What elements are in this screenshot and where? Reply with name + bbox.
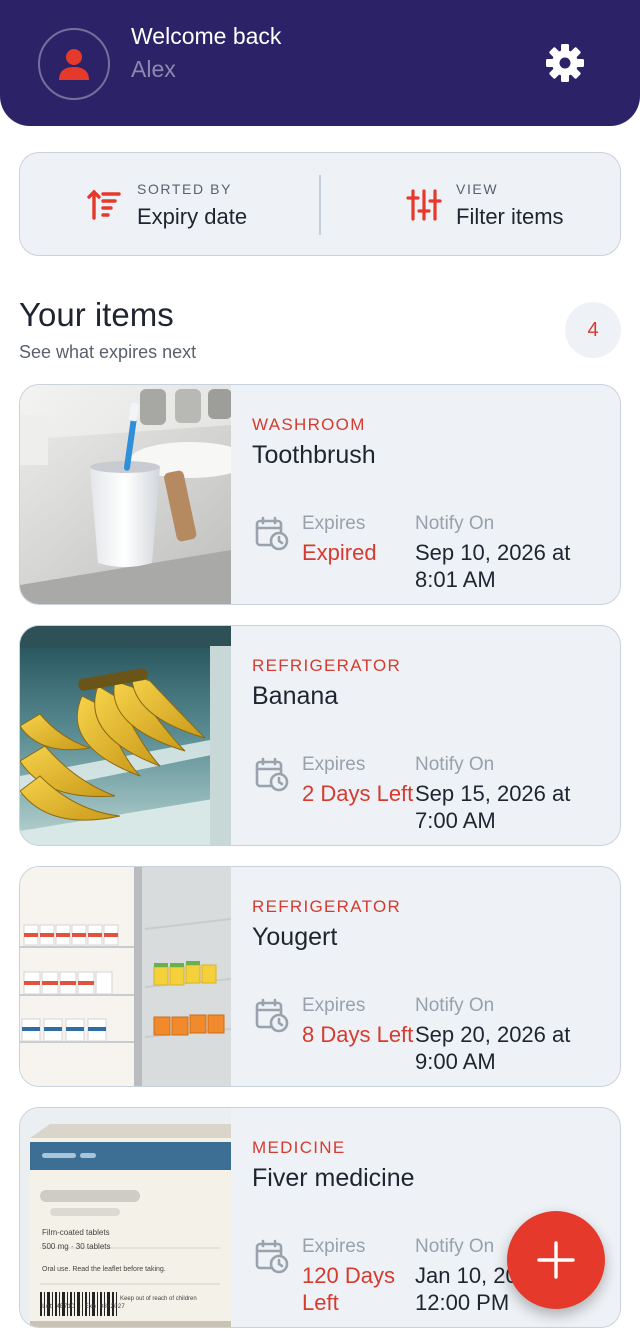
avatar[interactable] (38, 28, 110, 100)
expires-label: Expires (302, 995, 366, 1016)
toothbrush-photo (20, 385, 231, 604)
view-value: Filter items (456, 204, 564, 229)
item-category: REFRIGERATOR (252, 656, 402, 675)
view-caption: VIEW (456, 181, 499, 197)
expires-value: Expired (302, 540, 377, 565)
banana-photo (20, 626, 231, 845)
calendar-clock-icon (255, 516, 289, 551)
calendar-clock-icon (255, 1239, 289, 1274)
item-category: MEDICINE (252, 1138, 346, 1157)
item-name: Banana (252, 682, 339, 710)
sort-caption: SORTED BY (137, 181, 233, 197)
expires-label: Expires (302, 754, 366, 775)
notify-label: Notify On (415, 995, 495, 1016)
expires-label: Expires (302, 513, 366, 534)
notify-label: Notify On (415, 1236, 495, 1257)
item-card[interactable]: REFRIGERATOR Banana Expires 2 Days Left … (19, 625, 621, 846)
yogurt-fridge-photo (20, 867, 231, 1086)
notify-value: Sep 20, 2026 at 9:00 AM (415, 1022, 571, 1074)
notify-label: Notify On (415, 513, 495, 534)
medicine-line-1: Film-coated tablets (42, 1228, 110, 1237)
item-image (20, 385, 231, 604)
user-name: Alex (131, 56, 176, 82)
item-name: Toothbrush (252, 441, 376, 469)
item-image (20, 867, 231, 1086)
expires-value: 8 Days Left (302, 1022, 414, 1047)
gear-icon (546, 44, 584, 82)
item-category: WASHROOM (252, 415, 366, 434)
filter-button[interactable]: VIEW Filter items (320, 153, 622, 255)
item-card[interactable]: REFRIGERATOR Yougert Expires 8 Days Left… (19, 866, 621, 1087)
section-title: Your items (19, 296, 174, 333)
calendar-clock-icon (255, 757, 289, 792)
item-image: Film-coated tablets 500 mg · 30 tablets … (20, 1108, 231, 1327)
sort-button[interactable]: SORTED BY Expiry date (20, 153, 320, 255)
medicine-lot: Lot 4B71C · Exp 08/2027 (42, 1303, 125, 1310)
item-count-badge: 4 (565, 302, 621, 358)
expires-value: 120 Days Left (302, 1263, 395, 1315)
sliders-icon (406, 189, 442, 221)
calendar-clock-icon (255, 998, 289, 1033)
notify-value: Sep 10, 2026 at 8:01 AM (415, 540, 571, 592)
plus-icon (537, 1241, 575, 1279)
welcome-text: Welcome back (131, 23, 282, 49)
section-subtitle: See what expires next (19, 342, 197, 362)
medicine-box-photo (20, 1108, 231, 1327)
user-icon (59, 49, 89, 80)
item-name: Yougert (252, 923, 338, 951)
sort-value: Expiry date (137, 204, 248, 229)
app-header: Welcome back Alex (0, 0, 640, 126)
settings-button[interactable] (544, 42, 586, 84)
item-name: Fiver medicine (252, 1164, 415, 1192)
expires-label: Expires (302, 1236, 366, 1257)
expires-value: 2 Days Left (302, 781, 414, 806)
item-card[interactable]: WASHROOM Toothbrush Expires Expired Noti… (19, 384, 621, 605)
sort-filter-bar: SORTED BY Expiry date VIEW Filter items (19, 152, 621, 256)
medicine-line-2: 500 mg · 30 tablets (42, 1242, 111, 1251)
medicine-line-4: Keep out of reach of children (120, 1296, 197, 1302)
sort-icon (87, 189, 121, 220)
add-item-button[interactable] (507, 1211, 605, 1309)
notify-value: Sep 15, 2026 at 7:00 AM (415, 781, 571, 833)
notify-label: Notify On (415, 754, 495, 775)
item-image (20, 626, 231, 845)
medicine-line-3: Oral use. Read the leaflet before taking… (42, 1266, 166, 1273)
item-category: REFRIGERATOR (252, 897, 402, 916)
